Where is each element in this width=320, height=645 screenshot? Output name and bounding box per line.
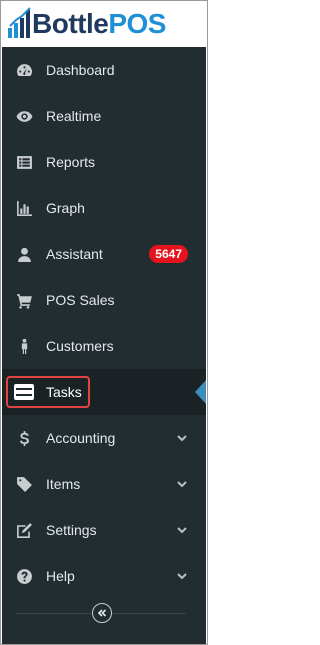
sidebar-item-label: POS Sales	[46, 292, 115, 308]
dollar-icon	[14, 428, 34, 448]
sidebar-item-label: Assistant	[46, 246, 103, 262]
sidebar-item-tasks[interactable]: Tasks	[2, 369, 206, 415]
sidebar-item-reports[interactable]: Reports	[2, 139, 206, 185]
cart-icon	[14, 290, 34, 310]
chevron-down-icon	[176, 477, 190, 491]
sidebar-item-realtime[interactable]: Realtime	[2, 93, 206, 139]
sidebar-item-assistant[interactable]: Assistant 5647	[2, 231, 206, 277]
reports-icon	[14, 152, 34, 172]
chevron-down-icon	[176, 431, 190, 445]
brand-logo-text: Bottle POS	[32, 10, 166, 38]
sidebar-item-accounting[interactable]: Accounting	[2, 415, 206, 461]
sidebar-item-help[interactable]: Help	[2, 553, 206, 599]
user-icon	[14, 244, 34, 264]
bar-chart-icon	[14, 198, 34, 218]
sidebar-item-items[interactable]: Items	[2, 461, 206, 507]
sidebar-item-label: Customers	[46, 338, 114, 354]
notification-badge: 5647	[149, 245, 188, 263]
tasks-icon	[14, 382, 34, 402]
sidebar-item-graph[interactable]: Graph	[2, 185, 206, 231]
brand-header[interactable]: Bottle POS	[2, 2, 206, 46]
eye-icon	[14, 106, 34, 126]
brand-name-part1: Bottle	[32, 8, 109, 39]
tag-icon	[14, 474, 34, 494]
sidebar-item-label: Accounting	[46, 430, 116, 446]
sidebar-item-dashboard[interactable]: Dashboard	[2, 47, 206, 93]
brand-name-part2: POS	[108, 8, 166, 39]
sidebar-item-label: Graph	[46, 200, 85, 216]
sidebar-item-label: Dashboard	[46, 62, 115, 78]
edit-icon	[14, 520, 34, 540]
chevron-down-icon	[176, 569, 190, 583]
app-frame: Bottle POS Dashboard Realtime Reports Gr…	[0, 0, 208, 645]
sidebar-nav: Dashboard Realtime Reports Graph Assista…	[2, 47, 206, 644]
sidebar-item-customers[interactable]: Customers	[2, 323, 206, 369]
sidebar-item-label: Settings	[46, 522, 97, 538]
sidebar-item-label: Tasks	[46, 384, 82, 400]
sidebar-item-label: Reports	[46, 154, 96, 170]
sidebar-item-pos-sales[interactable]: POS Sales	[2, 277, 206, 323]
sidebar-menu: Dashboard Realtime Reports Graph Assista…	[2, 47, 206, 599]
chevron-down-icon	[176, 523, 190, 537]
sidebar-item-settings[interactable]: Settings	[2, 507, 206, 553]
sidebar-item-label: Help	[46, 568, 75, 584]
sidebar-item-label: Realtime	[46, 108, 102, 124]
double-chevron-left-icon	[97, 609, 107, 617]
collapse-sidebar-button[interactable]	[92, 603, 112, 623]
sidebar-item-label: Items	[46, 476, 81, 492]
active-indicator	[195, 380, 206, 404]
bottle-logo-icon	[8, 7, 31, 38]
dashboard-icon	[14, 60, 34, 80]
person-icon	[14, 336, 34, 356]
help-icon	[14, 566, 34, 586]
